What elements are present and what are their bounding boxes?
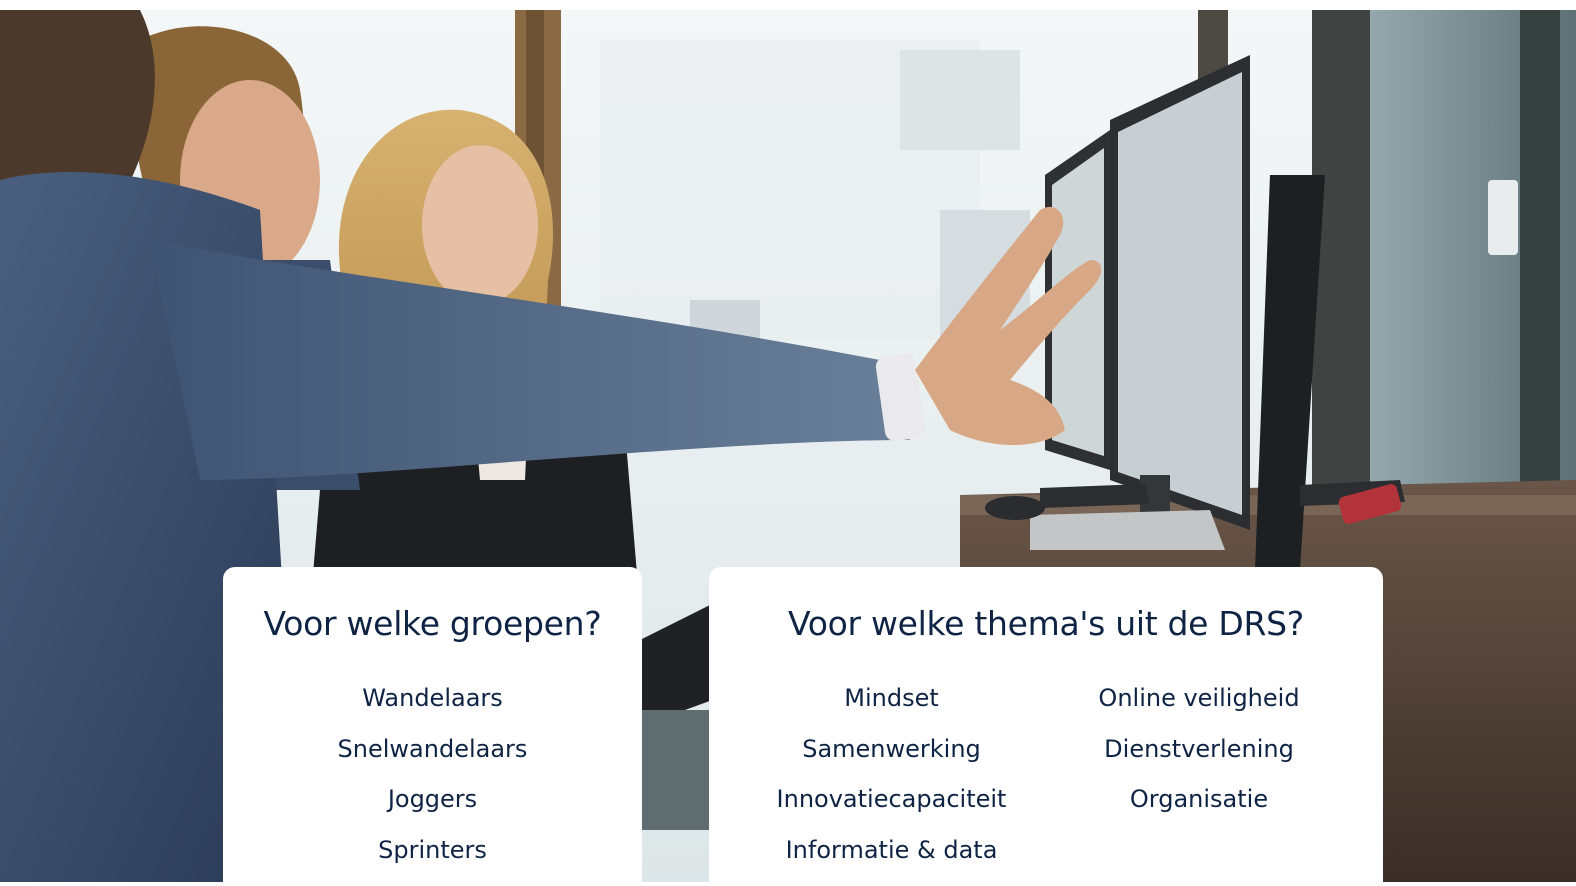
themes-card: Voor welke thema's uit de DRS? Mindset S… (709, 567, 1383, 886)
page: Voor welke groepen? Wandelaars Snelwande… (0, 0, 1576, 886)
groups-list: Wandelaars Snelwandelaars Joggers Sprint… (223, 673, 642, 875)
list-item: Innovatiecapaciteit (776, 785, 1007, 813)
themes-card-title: Voor welke thema's uit de DRS? (788, 604, 1304, 643)
groups-card: Voor welke groepen? Wandelaars Snelwande… (223, 567, 642, 886)
list-item: Dienstverlening (1104, 734, 1294, 763)
list-item: Organisatie (1129, 785, 1269, 813)
groups-card-title: Voor welke groepen? (263, 604, 602, 643)
list-item: Informatie & data (785, 835, 998, 864)
list-item: Online veiligheid (1098, 684, 1300, 712)
themes-list-right: Online veiligheid Dienstverlening Organi… (1059, 673, 1339, 825)
list-item: Mindset (844, 684, 939, 712)
list-item: Joggers (387, 785, 478, 813)
list-item: Snelwandelaars (337, 734, 528, 763)
themes-list-left: Mindset Samenwerking Innovatiecapaciteit… (749, 673, 1034, 875)
list-item: Sprinters (378, 835, 487, 864)
list-item: Samenwerking (802, 734, 981, 763)
list-item: Wandelaars (362, 684, 503, 712)
